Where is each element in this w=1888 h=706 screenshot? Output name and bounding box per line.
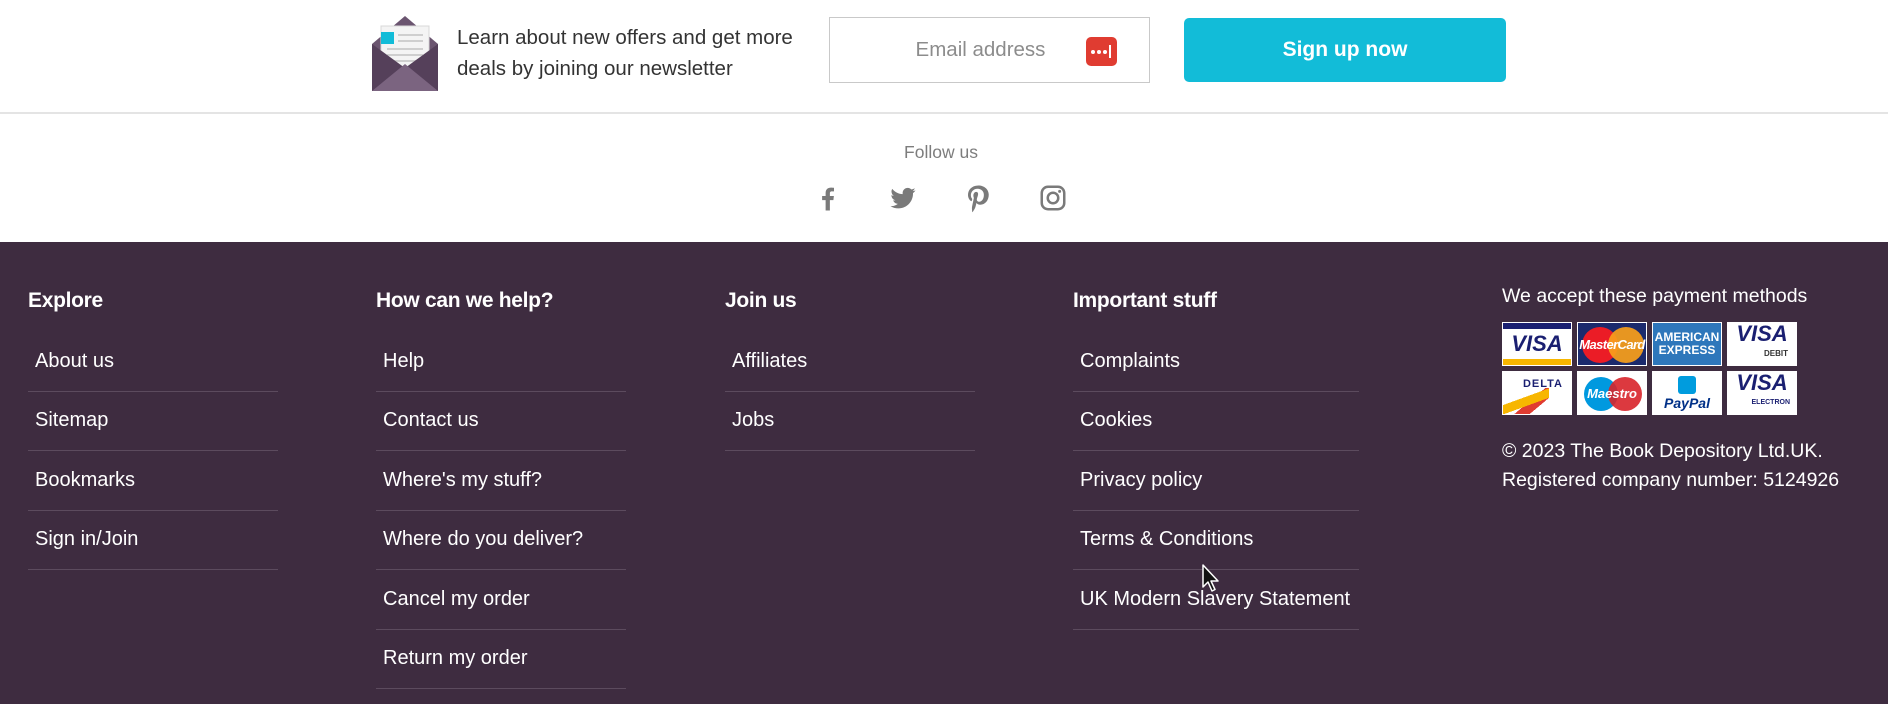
newsletter-text: Learn about new offers and get more deal… bbox=[457, 26, 793, 80]
footer-column-help: How can we help? Help Contact us Where's… bbox=[376, 288, 626, 689]
company-number: Registered company number: 5124926 bbox=[1502, 469, 1840, 491]
column-heading: How can we help? bbox=[376, 289, 554, 312]
footer-link[interactable]: Where do you deliver? bbox=[376, 511, 626, 570]
email-field[interactable] bbox=[829, 17, 1150, 83]
mouse-cursor-icon bbox=[1202, 564, 1219, 592]
paypal-icon: PayPal bbox=[1652, 371, 1722, 415]
password-manager-icon[interactable] bbox=[1086, 37, 1117, 66]
visa-debit-icon: VISA DEBIT bbox=[1727, 322, 1797, 366]
site-footer: Explore About us Sitemap Bookmarks Sign … bbox=[0, 242, 1888, 704]
maestro-icon: Maestro bbox=[1577, 371, 1647, 415]
footer-link[interactable]: Cookies bbox=[1073, 392, 1359, 451]
follow-label: Follow us bbox=[904, 142, 978, 162]
footer-link[interactable]: Return my order bbox=[376, 630, 626, 689]
twitter-icon[interactable] bbox=[885, 180, 921, 216]
footer-link[interactable]: Privacy policy bbox=[1073, 451, 1359, 511]
payment-cards: VISA MasterCard AMERICAN EXPRESS VISA DEB… bbox=[1502, 322, 1882, 415]
visa-card-icon: VISA bbox=[1502, 322, 1572, 366]
footer-link[interactable]: Help bbox=[376, 332, 626, 392]
footer-link[interactable]: Cancel my order bbox=[376, 570, 626, 630]
follow-section: Follow us bbox=[0, 114, 1888, 242]
footer-column-explore: Explore About us Sitemap Bookmarks Sign … bbox=[28, 288, 278, 570]
visa-electron-icon: VISA ELECTRON bbox=[1727, 371, 1797, 415]
instagram-icon[interactable] bbox=[1035, 180, 1071, 216]
footer-link[interactable]: Terms & Conditions bbox=[1073, 511, 1359, 570]
column-heading: Important stuff bbox=[1073, 289, 1217, 312]
copyright-text: © 2023 The Book Depository Ltd.UK. Regis… bbox=[1502, 437, 1882, 495]
facebook-icon[interactable] bbox=[810, 180, 846, 216]
footer-link[interactable]: Affiliates bbox=[725, 332, 975, 392]
footer-column-join: Join us Affiliates Jobs bbox=[725, 288, 975, 451]
payment-title: We accept these payment methods bbox=[1502, 285, 1808, 307]
column-heading: Explore bbox=[28, 289, 103, 312]
column-heading: Join us bbox=[725, 289, 797, 312]
copyright-line: © 2023 The Book Depository Ltd.UK. bbox=[1502, 440, 1823, 462]
payment-methods: We accept these payment methods VISA Mas… bbox=[1502, 284, 1882, 495]
footer-link[interactable]: Contact us bbox=[376, 392, 626, 451]
footer-link[interactable]: Complaints bbox=[1073, 332, 1359, 392]
footer-link[interactable]: Jobs bbox=[725, 392, 975, 451]
signup-button[interactable]: Sign up now bbox=[1184, 18, 1506, 82]
footer-link[interactable]: Sitemap bbox=[28, 392, 278, 451]
amex-icon: AMERICAN EXPRESS bbox=[1652, 322, 1722, 366]
newsletter-bar: Learn about new offers and get more deal… bbox=[0, 0, 1888, 114]
delta-card-icon: DELTA bbox=[1502, 371, 1572, 415]
footer-link[interactable]: Bookmarks bbox=[28, 451, 278, 511]
footer-link[interactable]: Sign in/Join bbox=[28, 511, 278, 570]
pinterest-icon[interactable] bbox=[960, 180, 996, 216]
mastercard-icon: MasterCard bbox=[1577, 322, 1647, 366]
footer-link[interactable]: About us bbox=[28, 332, 278, 392]
envelope-icon bbox=[372, 16, 438, 91]
footer-link[interactable]: Where's my stuff? bbox=[376, 451, 626, 511]
